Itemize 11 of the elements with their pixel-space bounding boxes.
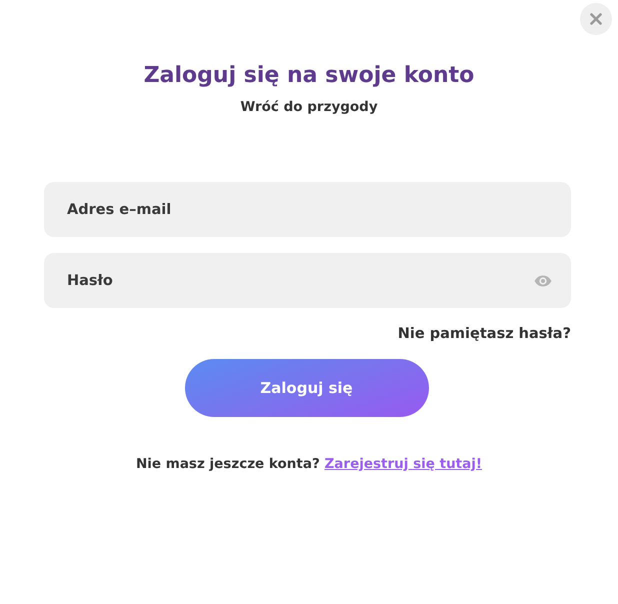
login-button[interactable]: Zaloguj się [184, 359, 428, 417]
close-icon [590, 13, 602, 25]
forgot-password-link[interactable]: Nie pamiętasz hasła? [398, 324, 571, 344]
eye-icon[interactable] [534, 274, 552, 286]
dialog-title: Zaloguj się na swoje konto [144, 62, 474, 90]
password-field[interactable]: Hasło [44, 253, 571, 308]
email-field[interactable]: Adres e–mail [44, 182, 571, 237]
signup-link[interactable]: Zarejestruj się tutaj! [324, 456, 482, 472]
signup-prompt: Nie masz jeszcze konta? Zarejestruj się tutaj! [134, 455, 484, 474]
close-button[interactable] [580, 3, 612, 35]
dialog-subtitle: Wróć do przygody [240, 98, 378, 117]
